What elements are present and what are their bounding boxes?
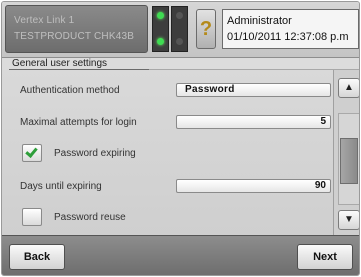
led-off-top-icon — [176, 12, 183, 19]
product-name: TESTPRODUCT CHK43B — [14, 31, 135, 42]
led-green-top-icon — [157, 12, 164, 19]
checkmark-icon — [25, 145, 38, 158]
scroll-thumb[interactable] — [340, 138, 358, 184]
back-button[interactable]: Back — [9, 244, 65, 270]
status-leds — [152, 6, 190, 52]
max-attempts-input[interactable]: 5 — [176, 115, 331, 129]
led-column-right — [171, 6, 188, 52]
led-column-left — [152, 6, 169, 52]
auth-method-dropdown[interactable]: Password — [176, 83, 331, 97]
section-header: General user settings — [2, 58, 359, 70]
auth-method-label: Authentication method — [20, 85, 120, 96]
device-name: Vertex Link 1 — [14, 15, 75, 26]
next-button[interactable]: Next — [297, 244, 353, 270]
days-until-expiring-input[interactable]: 90 — [176, 179, 331, 193]
section-title: General user settings — [9, 58, 149, 70]
arrow-up-icon[interactable]: ▲ — [338, 78, 359, 98]
password-expiring-checkbox[interactable] — [22, 144, 42, 162]
bottom-bar: Back Next — [2, 235, 359, 275]
help-question-icon[interactable]: ? — [196, 9, 216, 49]
device-info-box: Vertex Link 1 TESTPRODUCT CHK43B — [5, 5, 148, 53]
scroll-track[interactable] — [338, 113, 359, 205]
max-attempts-label: Maximal attempts for login — [20, 117, 137, 128]
days-until-expiring-label: Days until expiring — [20, 181, 102, 192]
user-name: Administrator — [227, 15, 292, 27]
vertical-scrollbar[interactable]: ▲ ▼ — [333, 70, 359, 235]
password-expiring-label: Password expiring — [54, 148, 136, 159]
user-info-box: Administrator 01/10/2011 12:37:08 p.m — [222, 9, 359, 49]
password-reuse-checkbox[interactable] — [22, 208, 42, 226]
header-bar: Vertex Link 1 TESTPRODUCT CHK43B ? Admin… — [2, 2, 359, 58]
date-time: 01/10/2011 12:37:08 p.m — [227, 31, 349, 43]
hmi-panel: Vertex Link 1 TESTPRODUCT CHK43B ? Admin… — [1, 1, 360, 276]
password-reuse-label: Password reuse — [54, 212, 126, 223]
led-green-bottom-icon — [157, 38, 164, 45]
arrow-down-icon[interactable]: ▼ — [338, 210, 359, 230]
led-off-bottom-icon — [176, 38, 183, 45]
settings-content: Authentication method Password Maximal a… — [2, 70, 333, 235]
